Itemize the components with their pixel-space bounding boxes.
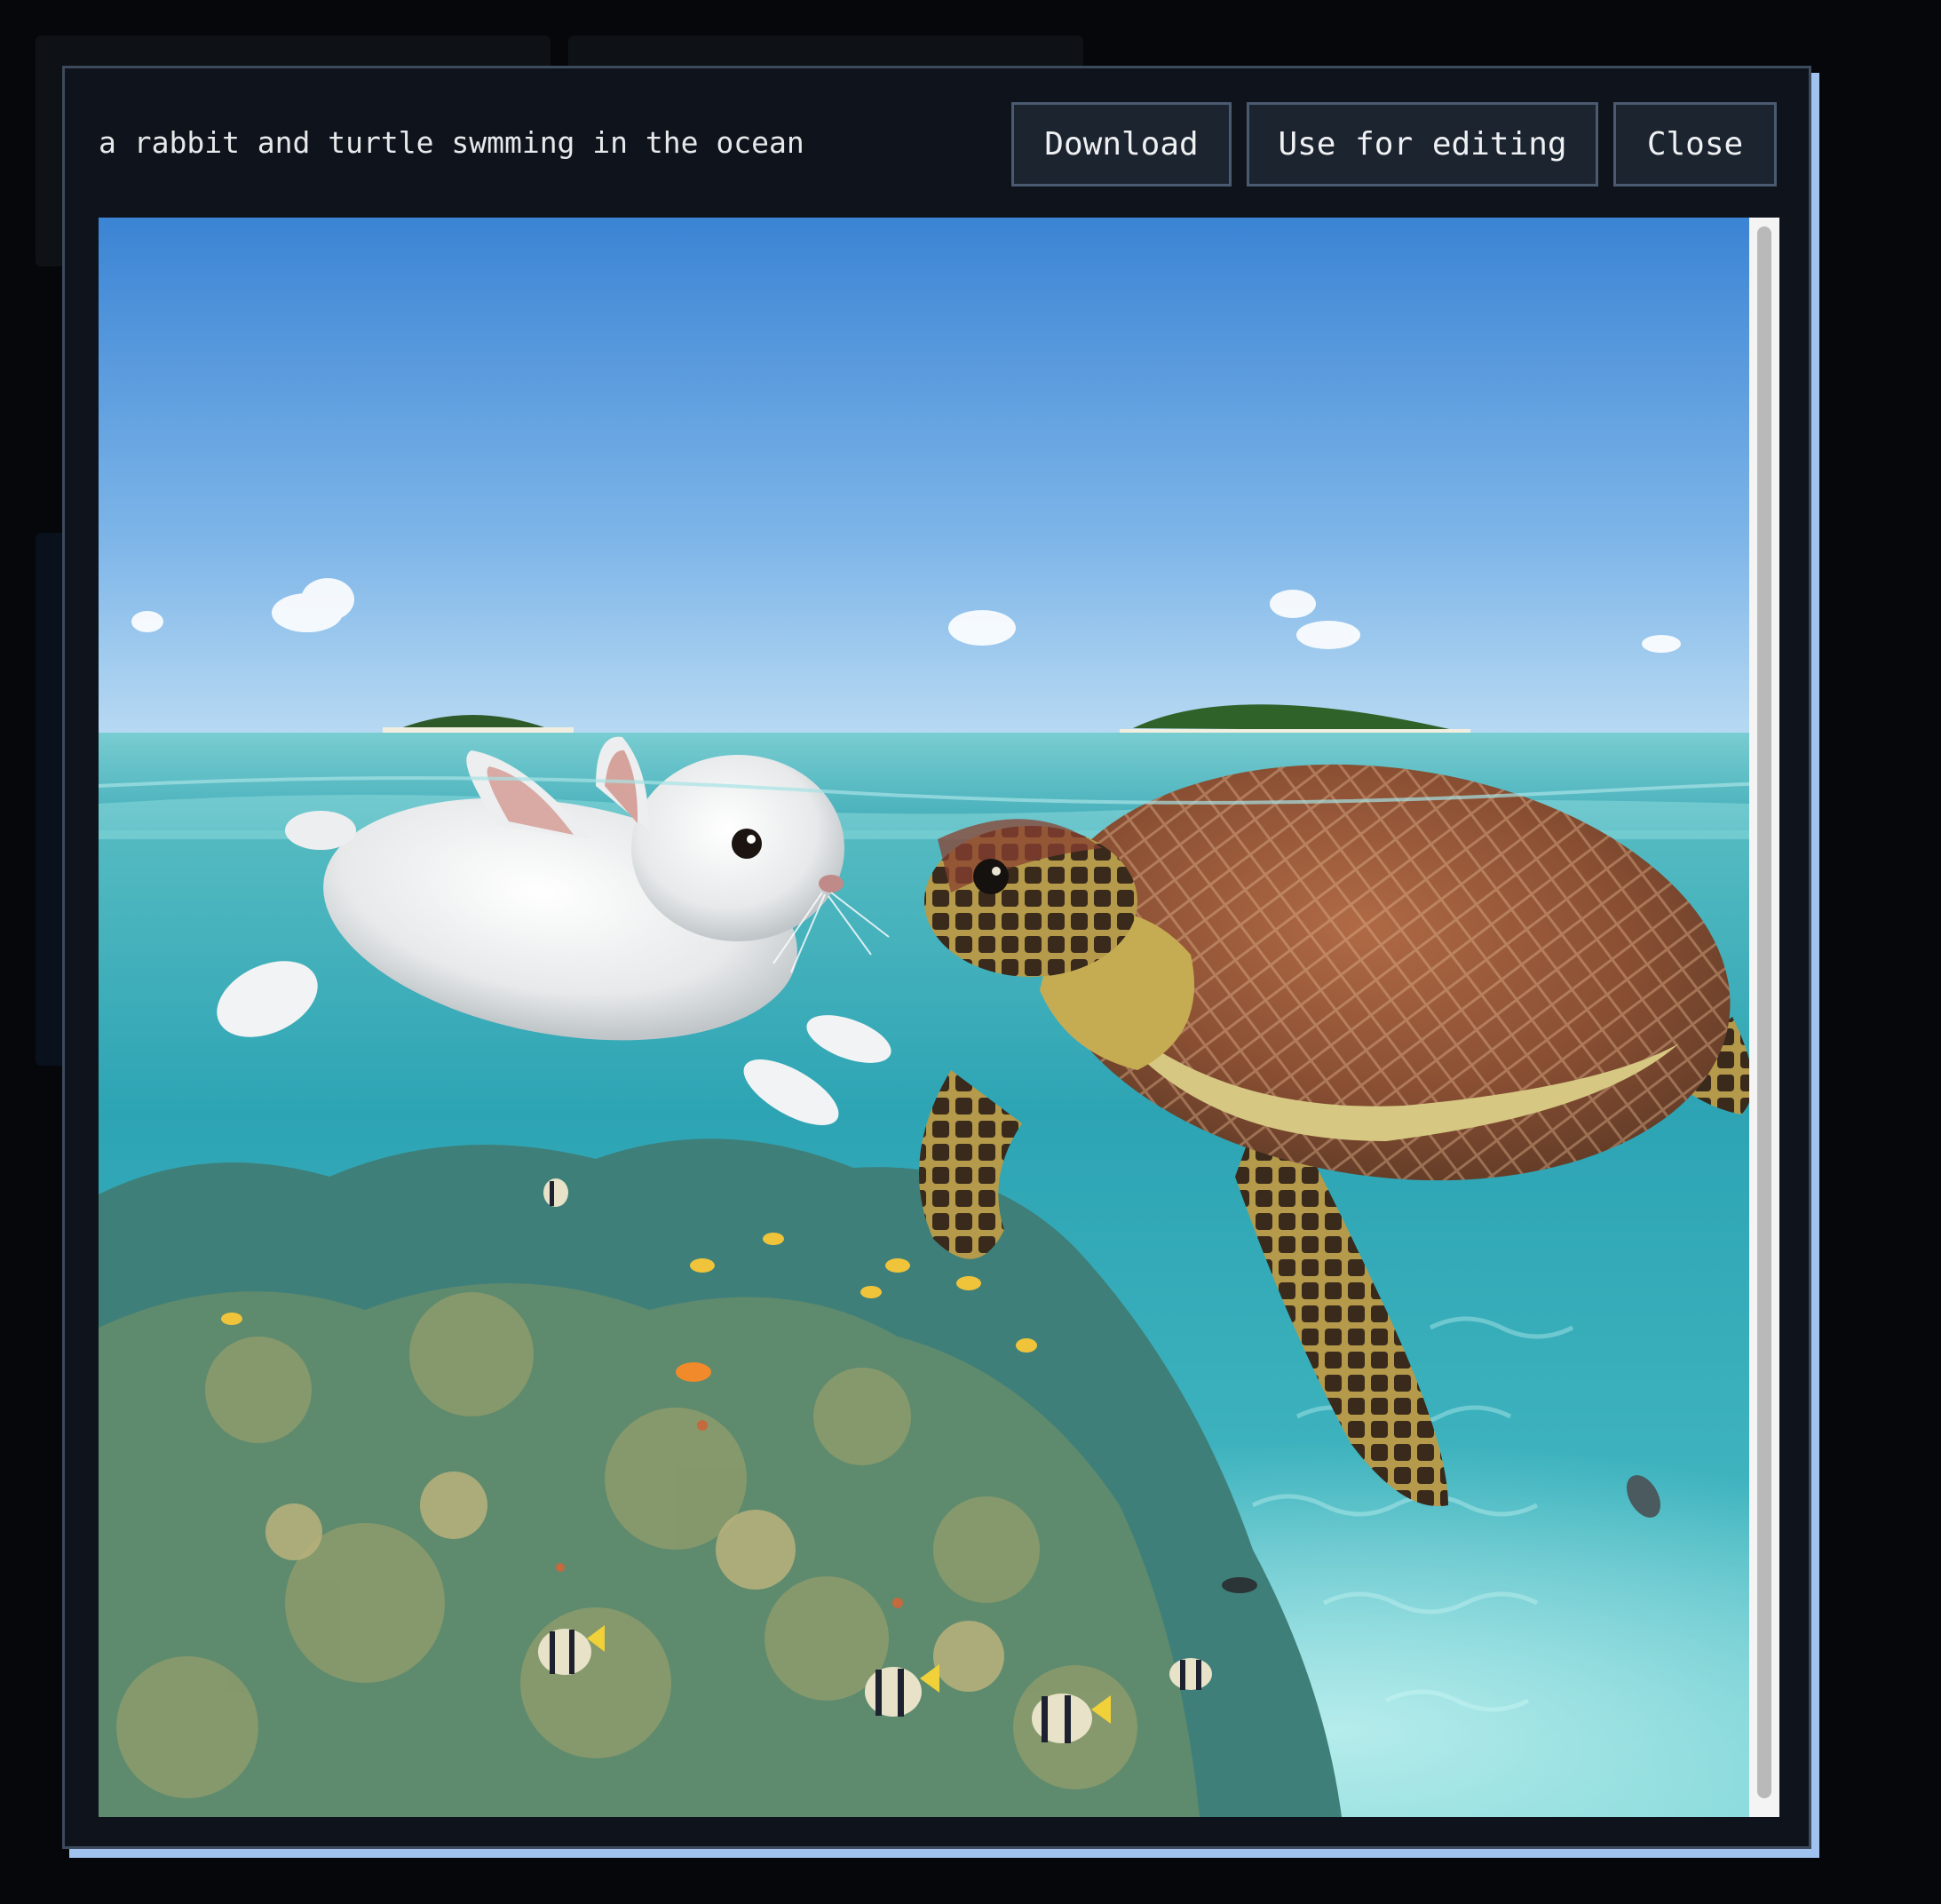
image-prompt-text: a rabbit and turtle swmming in the ocean [99, 125, 804, 160]
scrollbar-thumb[interactable] [1757, 226, 1771, 1798]
generated-image-frame [99, 218, 1779, 1817]
download-button[interactable]: Download [1011, 102, 1232, 186]
image-scrollbar[interactable] [1749, 218, 1779, 1817]
sky [99, 218, 1749, 750]
image-preview-modal: a rabbit and turtle swmming in the ocean… [62, 66, 1811, 1849]
generated-image [99, 218, 1749, 1817]
close-button[interactable]: Close [1613, 102, 1777, 186]
use-for-editing-button[interactable]: Use for editing [1247, 102, 1598, 186]
